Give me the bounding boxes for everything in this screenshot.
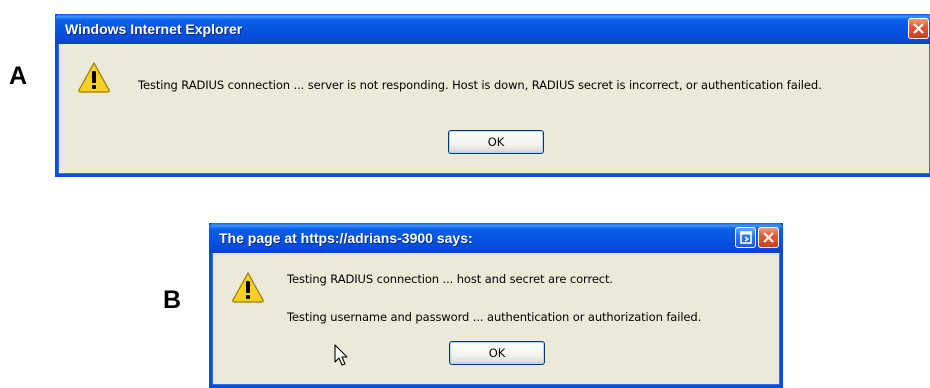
- dialog-b: The page at https://adrians-3900 says: T…: [209, 223, 783, 388]
- dialog-b-message-line1: Testing RADIUS connection ... host and s…: [287, 272, 613, 286]
- dialog-a: Windows Internet Explorer Testing RADIUS…: [55, 14, 930, 177]
- dialog-b-titlebar[interactable]: The page at https://adrians-3900 says:: [209, 223, 783, 253]
- ok-button[interactable]: OK: [448, 130, 544, 154]
- close-button[interactable]: [758, 227, 779, 248]
- dialog-a-message: Testing RADIUS connection ... server is …: [138, 78, 822, 92]
- warning-icon: [78, 61, 110, 93]
- restore-button[interactable]: [735, 227, 756, 248]
- warning-icon: [232, 271, 264, 303]
- restore-icon: [740, 231, 752, 244]
- mouse-pointer-icon: [334, 344, 348, 366]
- dialog-b-title: The page at https://adrians-3900 says:: [219, 230, 473, 246]
- close-icon: [763, 232, 774, 243]
- ok-button[interactable]: OK: [449, 341, 545, 365]
- close-button[interactable]: [908, 18, 929, 39]
- dialog-a-titlebar[interactable]: Windows Internet Explorer: [55, 14, 930, 44]
- dialog-a-title: Windows Internet Explorer: [65, 21, 243, 37]
- panel-label-a: A: [9, 62, 28, 90]
- dialog-b-message-line2: Testing username and password ... authen…: [287, 310, 702, 324]
- close-icon: [913, 23, 924, 34]
- panel-label-b: B: [163, 286, 182, 314]
